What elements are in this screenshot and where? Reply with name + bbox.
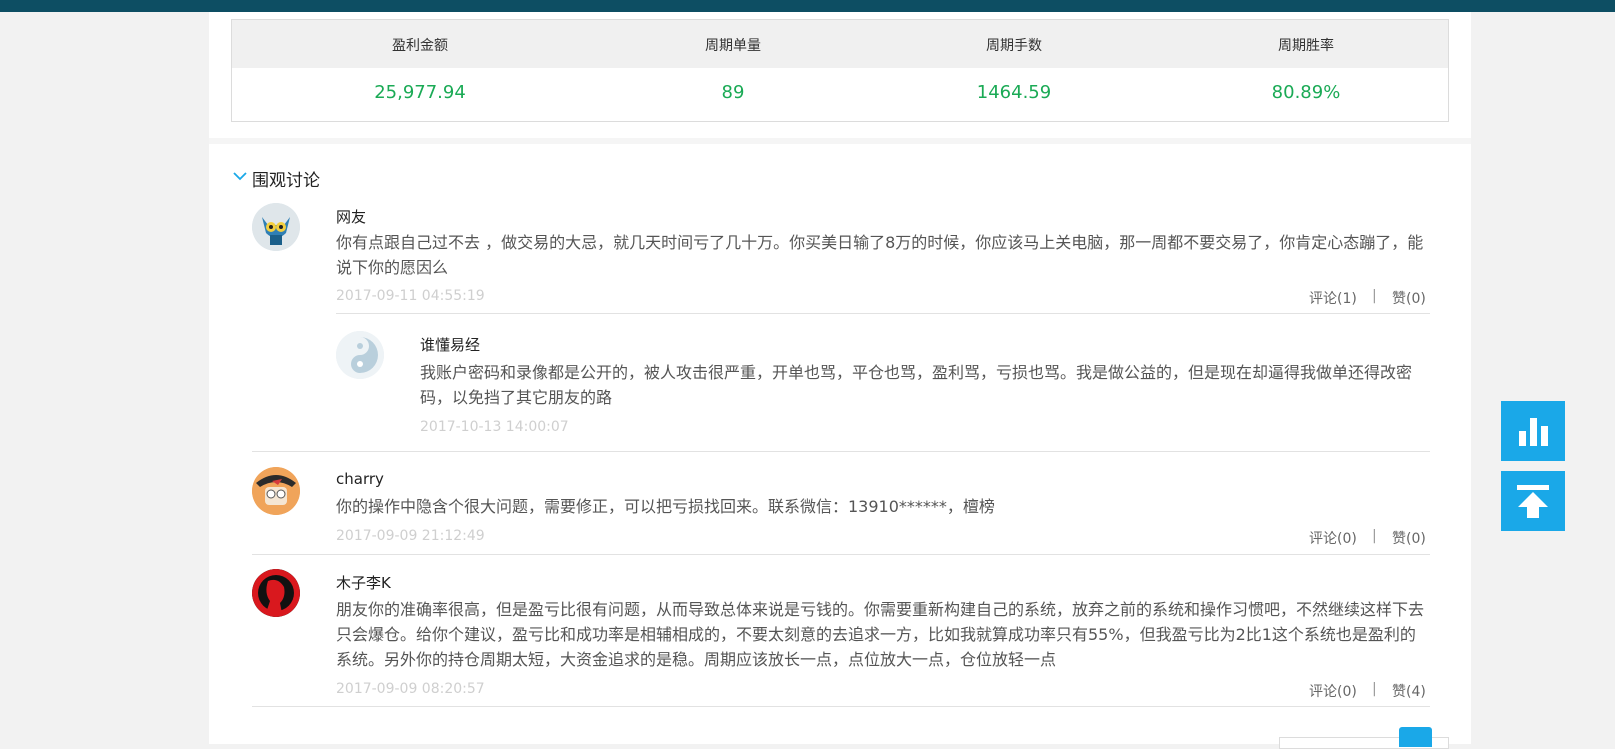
stat-value: 1464.59 [976,82,1052,103]
action-separator: | [1372,681,1377,697]
stats-chart-button[interactable] [1501,401,1565,461]
stat-value: 80.89% [1271,82,1341,103]
reply-author[interactable]: 谁懂易经 [420,334,480,355]
comment-date: 2017-09-11 04:55:19 [336,288,485,304]
back-to-top-icon [1517,485,1549,518]
like-button[interactable]: 赞(4) [1392,681,1426,701]
reply-text: 我账户密码和录像都是公开的，被人攻击很严重，开单也骂，平仓也骂，盈利骂，亏损也骂… [420,363,1413,407]
red-silhouette-avatar-icon[interactable] [252,569,300,617]
comment-divider [252,451,1430,452]
comment-divider [252,554,1430,555]
stat-value: 89 [721,82,745,103]
pagination-current-page[interactable] [1399,727,1432,747]
stat-label: 周期胜率 [1278,38,1334,54]
reply-divider [336,313,1430,314]
like-button[interactable]: 赞(0) [1392,528,1426,548]
back-to-top-button[interactable] [1501,471,1565,531]
section-divider [209,138,1471,144]
top-header-bar [0,0,1615,12]
action-separator: | [1372,528,1377,544]
stat-label: 盈利金额 [392,38,448,54]
comment-count-button[interactable]: 评论(0) [1309,681,1357,701]
comment-text: 朋友你的准确率很高，但是盈亏比很有问题，从而导致总体来说是亏钱的。你需要重新构建… [336,600,1425,669]
reply-date: 2017-10-13 14:00:07 [420,419,569,435]
comment-date: 2017-09-09 08:20:57 [336,681,485,697]
comment-divider [252,706,1430,707]
comment-date: 2017-09-09 21:12:49 [336,528,485,544]
yin-yang-avatar-icon[interactable] [336,331,384,379]
stat-label: 周期单量 [705,38,761,54]
action-separator: | [1372,288,1377,304]
like-button[interactable]: 赞(0) [1392,288,1426,308]
chevron-down-icon [233,172,247,181]
cartoon-face-avatar-icon[interactable] [252,467,300,515]
comment-author[interactable]: 木子李K [336,572,391,593]
stat-value: 25,977.94 [374,82,466,103]
stat-label: 周期手数 [986,38,1042,54]
discussion-title: 围观讨论 [252,171,320,191]
comment-text: 你有点跟自己过不去 ，做交易的大忌，就几天时间亏了几十万。你买美日输了8万的时候… [336,233,1424,277]
owl-avatar-icon[interactable] [252,203,300,251]
bar-chart-icon [1519,418,1548,446]
comment-author[interactable]: 网友 [336,206,366,227]
comment-text: 你的操作中隐含个很大问题，需要修正，可以把亏损找回来。联系微信：13910***… [336,497,995,516]
stats-table: 盈利金额 25,977.94 周期单量 89 周期手数 1464.59 周期胜率… [231,19,1449,122]
comment-author[interactable]: charry [336,470,384,488]
comment-count-button[interactable]: 评论(1) [1309,288,1357,308]
comment-count-button[interactable]: 评论(0) [1309,528,1357,548]
